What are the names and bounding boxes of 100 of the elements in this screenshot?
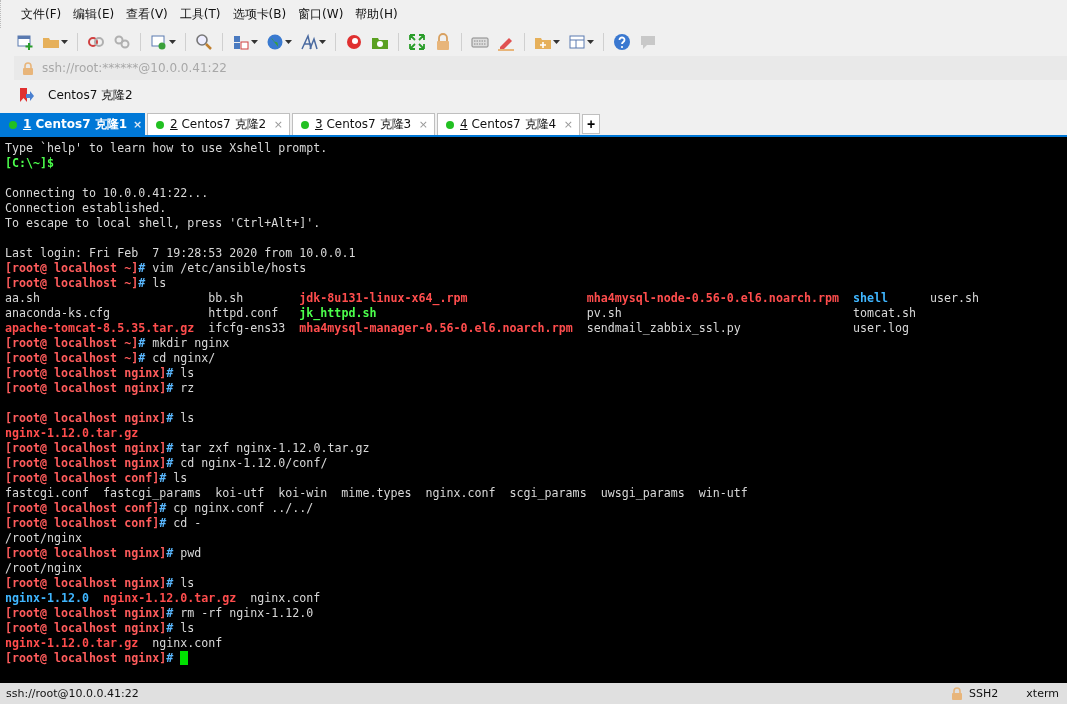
font-icon xyxy=(300,33,318,51)
file-name: scgi_params xyxy=(509,486,587,501)
session-tab[interactable]: 3 Centos7 克隆3 × xyxy=(292,113,435,135)
shell-command: rm -rf nginx-1.12.0 xyxy=(180,606,314,621)
lock-icon xyxy=(434,33,452,51)
file-name: bb.sh xyxy=(208,291,244,306)
menu-item[interactable]: 文件(F) xyxy=(15,5,68,23)
shell-command: ls xyxy=(173,471,188,486)
prompt-sign: # xyxy=(166,546,174,561)
help-button[interactable] xyxy=(611,31,633,53)
file-name: jk_httpd.sh xyxy=(299,306,377,321)
shell-command: cd nginx/ xyxy=(152,351,216,366)
panes-icon xyxy=(568,33,586,51)
status-address: ssh://root@10.0.0.41:22 xyxy=(6,687,140,700)
tab-label: 2 Centos7 克隆2 xyxy=(170,116,268,133)
file-name: apache-tomcat-8.5.35.tar.gz xyxy=(5,321,195,336)
shell-prompt: [root@ localhost conf] xyxy=(5,471,160,486)
terminal-pane[interactable] xyxy=(0,137,1067,683)
file-name: tomcat.sh xyxy=(852,306,917,321)
layout-icon xyxy=(232,33,250,51)
shell-prompt: [root@ localhost nginx] xyxy=(5,456,167,471)
shell-prompt: [root@ localhost ~] xyxy=(5,276,139,291)
shell-command: ls xyxy=(180,576,195,591)
file-name: aa.sh xyxy=(5,291,41,306)
bookmark-link[interactable]: Centos7 克隆2 xyxy=(48,86,133,104)
terminal-line: Last login: Fri Feb 7 19:28:53 2020 from 10.0.0.1 xyxy=(5,246,356,261)
caret-icon xyxy=(169,40,176,44)
shell-command: cd nginx-1.12.0/conf/ xyxy=(180,456,328,471)
terminal-line: /root/nginx xyxy=(5,561,83,576)
caret-icon xyxy=(319,40,326,44)
file-name: nginx.conf xyxy=(250,591,321,606)
menu-item[interactable]: 编辑(E) xyxy=(67,5,121,23)
status-terminal-type: xterm xyxy=(1026,687,1059,700)
fullscreen-icon xyxy=(408,33,426,51)
caret-icon xyxy=(61,40,68,44)
prompt-sign: # xyxy=(138,336,146,351)
bookmark-icon xyxy=(18,87,34,103)
shell-command: ls xyxy=(180,366,195,381)
file-name: jdk-8u131-linux-x64_.rpm xyxy=(299,291,468,306)
menu-item[interactable]: 窗口(W) xyxy=(292,5,350,23)
shell-command: vim /etc/ansible/hosts xyxy=(152,261,307,276)
shell-command: mkdir nginx xyxy=(152,336,230,351)
file-name: shell xyxy=(852,291,888,306)
status-protocol: SSH2 xyxy=(969,687,999,700)
lock-icon xyxy=(22,61,34,75)
file-name: uwsgi_params xyxy=(600,486,685,501)
caret-icon xyxy=(251,40,258,44)
status-dot xyxy=(446,120,454,129)
help-icon xyxy=(613,33,631,51)
fullscreen-button[interactable] xyxy=(406,31,428,53)
shell-prompt: [root@ localhost nginx] xyxy=(5,651,167,666)
menu-item[interactable]: 帮助(H) xyxy=(349,5,404,23)
file-name: koi-utf xyxy=(215,486,265,501)
link-icon xyxy=(113,33,131,51)
file-name: mime.types xyxy=(341,486,412,501)
menu-item[interactable]: 查看(V) xyxy=(120,5,174,23)
file-name: ifcfg-ens33 xyxy=(208,321,286,336)
status-dot xyxy=(156,120,164,129)
file-name: fastcgi_params xyxy=(103,486,202,501)
shell-command: ls xyxy=(180,411,195,426)
shell-prompt: [root@ localhost nginx] xyxy=(5,621,167,636)
file-name: nginx.conf xyxy=(425,486,496,501)
shell-prompt: [root@ localhost nginx] xyxy=(5,546,167,561)
file-name: pv.sh xyxy=(586,306,622,321)
session-tab[interactable]: 2 Centos7 克隆2 × xyxy=(147,113,290,135)
terminal-line: Connection established. xyxy=(5,201,167,216)
file-name: nginx-1.12.0 xyxy=(5,591,90,606)
file-name: koi-win xyxy=(278,486,328,501)
new-tab-button[interactable]: + xyxy=(582,114,600,134)
tab-label: 4 Centos7 克隆4 xyxy=(460,116,558,133)
file-name: httpd.conf xyxy=(208,306,279,321)
file-name: nginx.conf xyxy=(152,636,223,651)
prompt-sign: # xyxy=(159,516,167,531)
prompt-sign: # xyxy=(166,411,174,426)
shell-prompt: [root@ localhost nginx] xyxy=(5,576,167,591)
prompt-sign: # xyxy=(166,381,174,396)
file-name: nginx-1.12.0.tar.gz xyxy=(103,591,237,606)
menu-item[interactable]: 工具(T) xyxy=(173,5,227,23)
terminal-line: [C:\~]$ xyxy=(5,156,55,171)
close-button[interactable]: × xyxy=(133,118,143,131)
prompt-sign: # xyxy=(159,501,167,516)
session-tab[interactable]: 1 Centos7 克隆1 × xyxy=(0,113,145,135)
shell-prompt: [root@ localhost conf] xyxy=(5,516,160,531)
shell-prompt: [root@ localhost ~] xyxy=(5,336,139,351)
file-name: nginx-1.12.0.tar.gz xyxy=(5,426,139,441)
tab-label: 1 Centos7 克隆1 xyxy=(23,116,128,133)
terminal-line: Connecting to 10.0.0.41:22... xyxy=(5,186,209,201)
chat-icon xyxy=(639,33,657,51)
tab-label: 3 Centos7 克隆3 xyxy=(315,116,413,133)
prompt-sign: # xyxy=(138,276,146,291)
lock-icon xyxy=(951,687,964,700)
shell-prompt: [root@ localhost ~] xyxy=(5,351,139,366)
prompt-sign: # xyxy=(138,261,146,276)
shell-command: cp nginx.conf ../../ xyxy=(173,501,314,516)
file-name: user.log xyxy=(852,321,910,336)
file-name: mha4mysql-manager-0.56-0.el6.noarch.rpm xyxy=(299,321,573,336)
menu-item[interactable]: 选项卡(B) xyxy=(226,5,293,23)
prompt-sign: # xyxy=(166,651,174,666)
session-tab[interactable]: 4 Centos7 克隆4 × xyxy=(437,113,580,135)
caret-icon xyxy=(587,40,594,44)
